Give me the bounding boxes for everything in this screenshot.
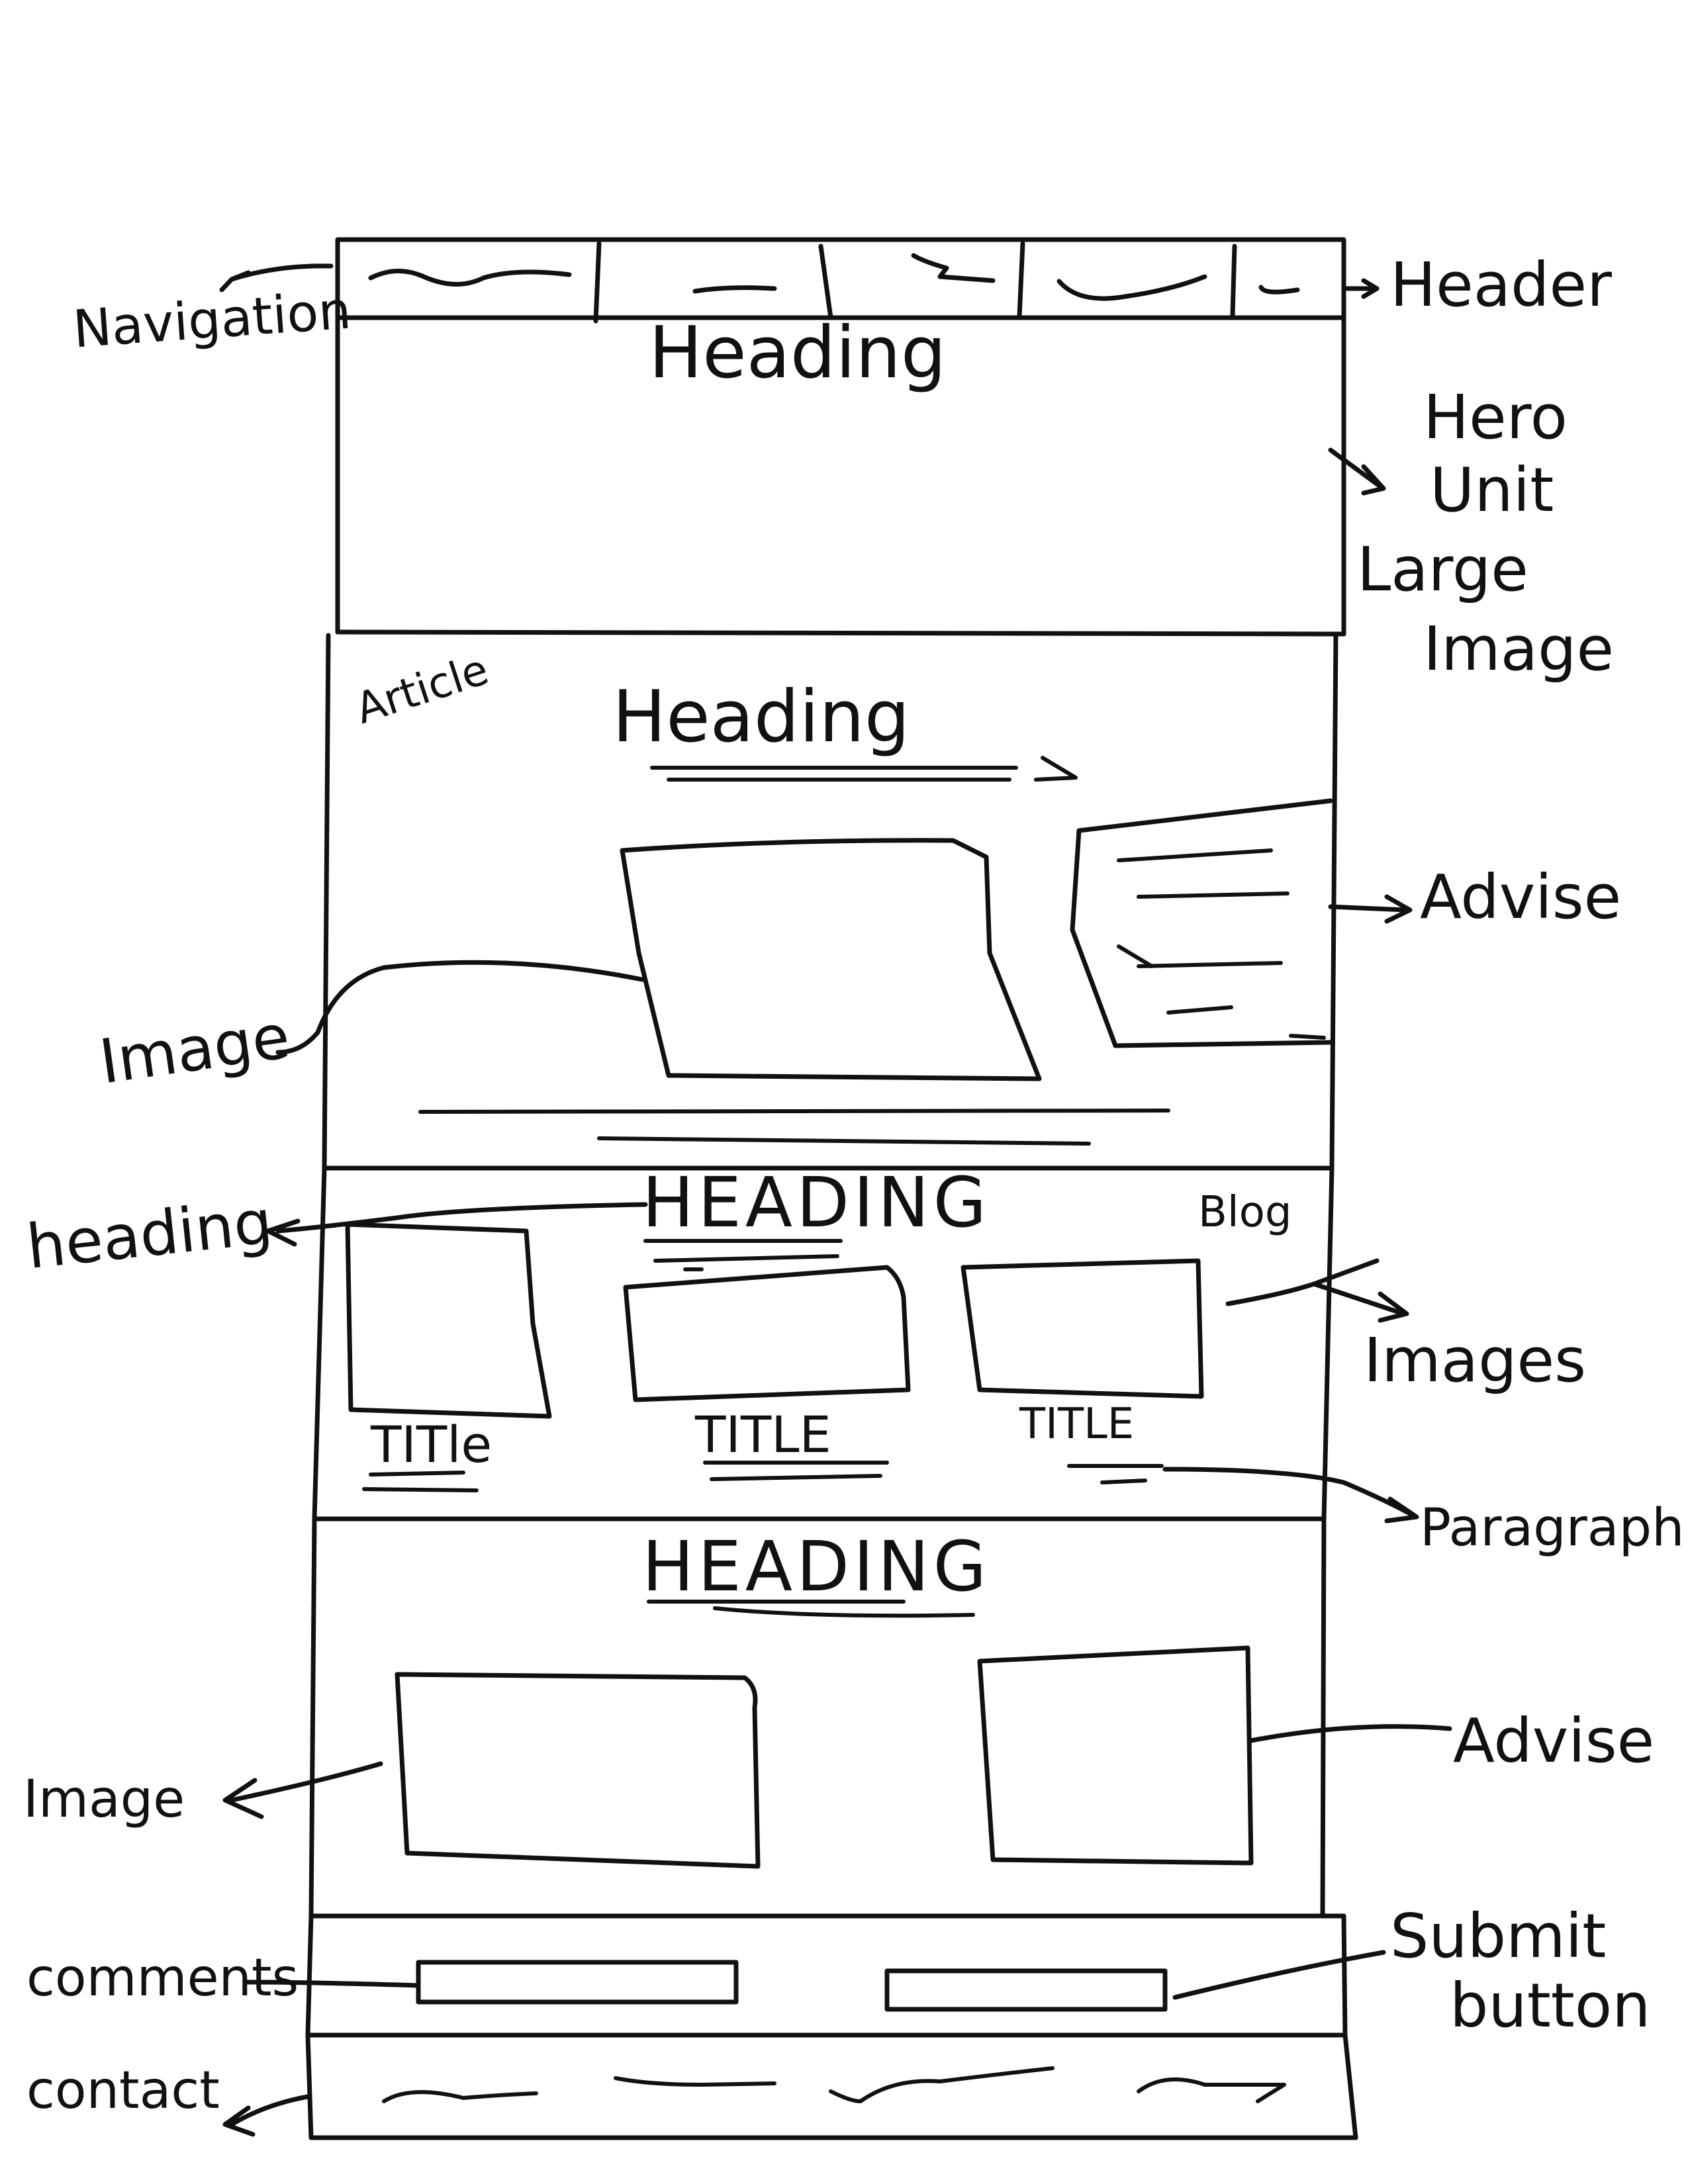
comment-input[interactable] — [416, 1960, 739, 2005]
section-image-frame — [395, 1672, 761, 1869]
contact-box — [305, 2032, 1358, 2140]
images-label: Images — [1364, 1325, 1587, 1396]
paragraph-label: Paragraph — [1420, 1498, 1685, 1558]
images-arrow — [1225, 1258, 1409, 1323]
blog-heading: HEADING — [642, 1162, 991, 1243]
comments-label: comments — [26, 1948, 299, 2008]
hero-label-line1: Hero — [1423, 382, 1568, 453]
advise-label-1: Advise — [1420, 862, 1622, 933]
submit-pointer — [1172, 1950, 1386, 2000]
paragraph-arrow — [1162, 1467, 1419, 1524]
advise-label-2: Advise — [1453, 1706, 1655, 1776]
hero-label-line2: Unit — [1430, 455, 1554, 525]
image-label-2: Image — [23, 1770, 185, 1829]
blog-image-1 — [345, 1222, 552, 1419]
blog-title-3: TITLE — [1019, 1400, 1135, 1449]
contact-links — [382, 2066, 1286, 2103]
section-advise-frame — [977, 1645, 1254, 1866]
blog-title-1: TITle — [371, 1415, 492, 1474]
submit-label-line1: Submit — [1390, 1901, 1607, 1972]
advise-pointer-2 — [1248, 1724, 1452, 1743]
header-nav-bar — [335, 237, 1380, 324]
blog-label: Blog — [1198, 1188, 1292, 1237]
article-heading-underline — [650, 756, 1078, 782]
contact-label: contact — [26, 2061, 220, 2120]
image-arrow-2 — [222, 1761, 383, 1819]
contact-arrow — [222, 2094, 310, 2137]
submit-label-line2: button — [1450, 1970, 1651, 2041]
submit-button[interactable] — [884, 1968, 1168, 2012]
blog-image-3 — [961, 1258, 1204, 1399]
blog-image-2 — [623, 1265, 911, 1402]
hero-arrow — [1328, 447, 1386, 496]
comments-box — [305, 1913, 1348, 2038]
advise-arrow-1 — [1328, 894, 1413, 924]
hero-label-line3: Large — [1357, 534, 1528, 605]
article-image-frame — [620, 838, 1042, 1081]
blog-title-2: TITLE — [695, 1405, 831, 1464]
article-text-lines — [418, 1109, 1170, 1146]
image-pointer-line — [275, 960, 645, 1055]
hero-label-line4: Image — [1423, 614, 1615, 684]
blog-heading-underline — [643, 1239, 843, 1271]
article-heading: Heading — [612, 676, 910, 758]
header-label: Header — [1390, 250, 1612, 320]
advise-section-heading: HEADING — [642, 1526, 991, 1607]
advise-text-lines — [1117, 848, 1326, 1040]
hero-heading: Heading — [649, 312, 947, 394]
